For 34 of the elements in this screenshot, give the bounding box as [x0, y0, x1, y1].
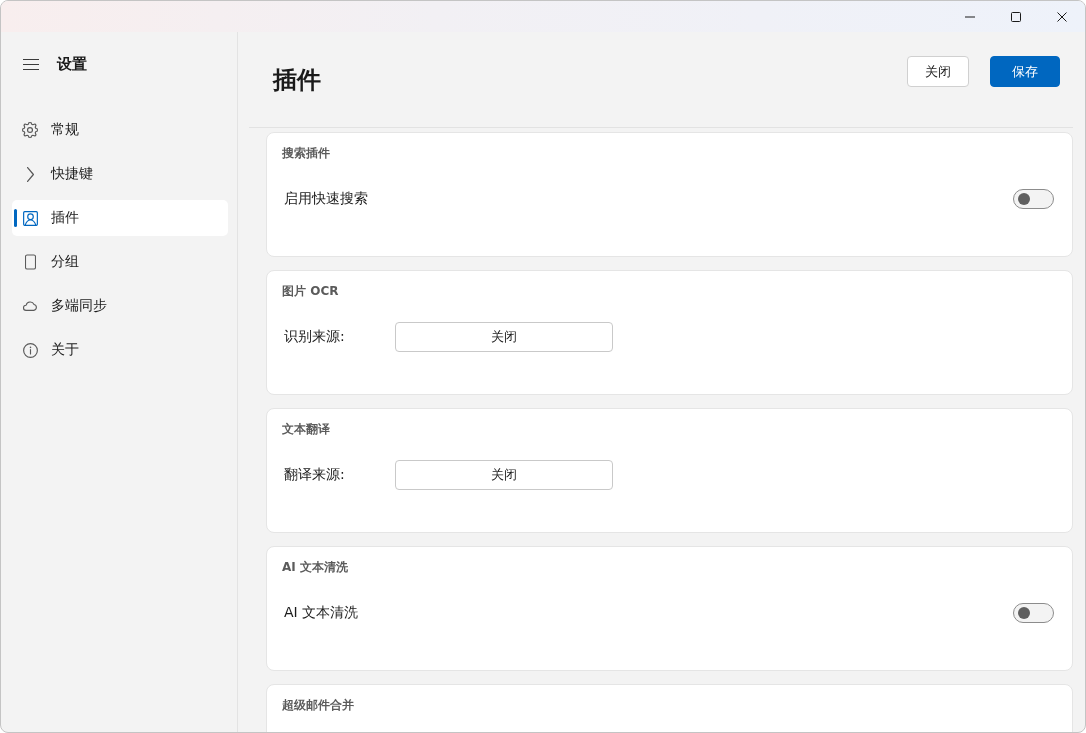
select-field[interactable]: 关闭 — [395, 322, 613, 352]
sidebar-title: 设置 — [57, 54, 87, 74]
person-frame-icon — [22, 210, 38, 226]
tablet-icon — [24, 254, 36, 270]
setting-label: 翻译来源: — [284, 466, 346, 484]
cloud-icon — [22, 301, 38, 311]
info-icon — [22, 342, 38, 358]
select-field[interactable]: 关闭 — [395, 460, 613, 490]
page-title: 插件 — [273, 65, 322, 96]
card-heading: 搜索插件 — [282, 145, 331, 161]
card-heading: AI 文本清洗 — [282, 559, 349, 575]
menu-icon[interactable] — [23, 58, 39, 70]
setting-label: AI 文本清洗 — [284, 604, 359, 622]
selection-indicator — [14, 209, 17, 227]
card-heading: 图片 OCR — [282, 283, 340, 299]
gear-icon — [22, 122, 38, 138]
primary-button[interactable]: 保存 — [990, 56, 1060, 87]
nav-item[interactable]: 常规 — [12, 112, 228, 148]
nav-item[interactable]: 插件 — [12, 200, 228, 236]
minimize-icon[interactable] — [965, 15, 975, 18]
maximize-icon[interactable] — [1011, 11, 1021, 22]
nav-item[interactable]: 关于 — [12, 332, 228, 368]
toggle-switch[interactable] — [1013, 603, 1054, 623]
nav-item[interactable]: 多端同步 — [12, 288, 228, 324]
toggle-switch[interactable] — [1013, 189, 1054, 209]
chevron-right-icon — [26, 166, 34, 182]
card-heading: 超级邮件合并 — [282, 697, 355, 713]
nav-item[interactable]: 分组 — [12, 244, 228, 280]
close-icon[interactable] — [1057, 11, 1067, 22]
secondary-button[interactable]: 关闭 — [907, 56, 969, 87]
card-heading: 文本翻译 — [282, 421, 331, 437]
nav-item[interactable]: 快捷键 — [12, 156, 228, 192]
setting-label: 识别来源: — [284, 328, 346, 346]
setting-label: 启用快速搜索 — [284, 190, 368, 208]
